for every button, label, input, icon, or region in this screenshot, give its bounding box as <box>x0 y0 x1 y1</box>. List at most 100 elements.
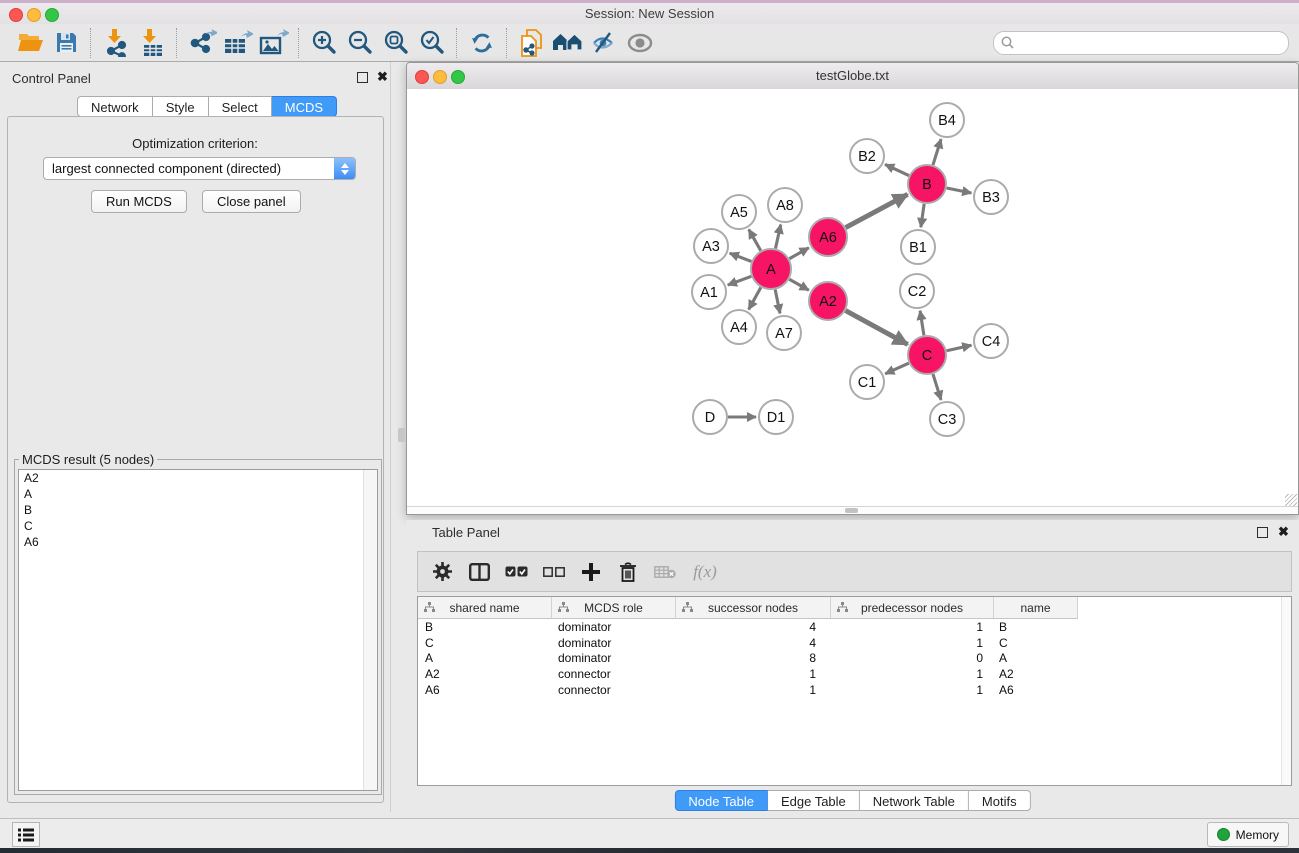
delete-column-button[interactable] <box>609 555 646 589</box>
table-cell[interactable]: 4 <box>676 635 831 651</box>
graph-edge-A-A5[interactable] <box>749 229 761 250</box>
memory-button[interactable]: Memory <box>1207 822 1289 847</box>
network-hscroll-thumb[interactable] <box>845 508 858 513</box>
tab-style[interactable]: Style <box>153 96 209 117</box>
table-cell[interactable]: A6 <box>418 682 552 698</box>
table-cell[interactable]: 8 <box>676 650 831 666</box>
table-cell[interactable]: 4 <box>676 619 831 635</box>
zoom-fit-button[interactable] <box>378 27 414 59</box>
table-cell[interactable]: A2 <box>994 666 1078 682</box>
mcds-result-item[interactable]: A <box>19 486 377 502</box>
graph-edge-A6-B[interactable] <box>846 194 908 227</box>
table-row-C[interactable]: Cdominator41C <box>418 635 1078 651</box>
table-settings-button[interactable] <box>424 555 461 589</box>
column-header-name[interactable]: name <box>994 597 1078 619</box>
table-cell[interactable]: 1 <box>831 682 994 698</box>
table-cell[interactable]: 1 <box>831 635 994 651</box>
search-box[interactable] <box>993 31 1289 55</box>
graph-edge-A-A1[interactable] <box>728 276 752 285</box>
network-hscrollbar[interactable] <box>407 506 1298 514</box>
home-view-button[interactable] <box>550 27 586 59</box>
column-header-successor-nodes[interactable]: successor nodes <box>676 597 831 619</box>
network-canvas[interactable]: B4B2BB3A8A5A6A3B1AA1C2A2A4A7C4CC1C3DD1 <box>407 89 1298 508</box>
function-builder-button-disabled[interactable]: f(x) <box>683 555 727 589</box>
graph-edge-B-B4[interactable] <box>933 139 941 165</box>
table-row-B[interactable]: Bdominator41B <box>418 619 1078 635</box>
export-image-button[interactable] <box>256 27 292 59</box>
table-close-panel-icon[interactable]: ✖ <box>1278 525 1289 539</box>
table-row-A[interactable]: Adominator80A <box>418 650 1078 666</box>
graph-edge-B-B3[interactable] <box>947 188 972 193</box>
zoom-out-button[interactable] <box>342 27 378 59</box>
criterion-select[interactable]: largest connected component (directed) <box>43 157 356 180</box>
clone-network-button[interactable] <box>514 27 550 59</box>
resize-grip[interactable] <box>1285 494 1297 506</box>
table-cell[interactable]: 0 <box>831 650 994 666</box>
graph-edge-C-C4[interactable] <box>947 345 972 350</box>
table-cell[interactable]: 1 <box>831 619 994 635</box>
graph-edge-B-B2[interactable] <box>885 164 909 175</box>
table-float-panel-icon[interactable] <box>1257 527 1268 538</box>
task-history-button[interactable] <box>12 822 40 847</box>
graph-edge-A-A7[interactable] <box>775 290 780 314</box>
create-column-button[interactable] <box>572 555 609 589</box>
zoom-in-button[interactable] <box>306 27 342 59</box>
mcds-result-item[interactable]: B <box>19 502 377 518</box>
table-cell[interactable]: connector <box>552 682 676 698</box>
tab-motifs[interactable]: Motifs <box>969 790 1031 811</box>
zoom-selected-button[interactable] <box>414 27 450 59</box>
graph-edge-A2-C[interactable] <box>846 311 908 345</box>
network-window-titlebar[interactable]: testGlobe.txt <box>407 63 1298 90</box>
graph-edge-A-A8[interactable] <box>775 225 780 249</box>
tab-mcds[interactable]: MCDS <box>272 96 337 117</box>
graph-edge-A-A2[interactable] <box>789 279 809 290</box>
app-titlebar[interactable]: Session: New Session <box>0 3 1299 24</box>
tab-edge-table[interactable]: Edge Table <box>768 790 860 811</box>
table-cell[interactable]: B <box>418 619 552 635</box>
import-table-button[interactable] <box>134 27 170 59</box>
table-cell[interactable]: 1 <box>831 666 994 682</box>
hide-details-button[interactable] <box>586 27 622 59</box>
table-row-A6[interactable]: A6connector11A6 <box>418 682 1078 698</box>
graph-edge-C-C2[interactable] <box>920 311 924 335</box>
table-cell[interactable]: A <box>994 650 1078 666</box>
table-cell[interactable]: A6 <box>994 682 1078 698</box>
table-cell[interactable]: dominator <box>552 650 676 666</box>
table-cell[interactable]: 1 <box>676 682 831 698</box>
tab-node-table[interactable]: Node Table <box>674 790 768 811</box>
column-header-shared-name[interactable]: shared name <box>418 597 552 619</box>
show-column-panel-button[interactable] <box>461 555 498 589</box>
tab-select[interactable]: Select <box>209 96 272 117</box>
open-session-button[interactable] <box>12 27 48 59</box>
splitter-handle[interactable] <box>398 428 405 442</box>
refresh-layout-button[interactable] <box>464 27 500 59</box>
column-header-MCDS-role[interactable]: MCDS role <box>552 597 676 619</box>
float-panel-icon[interactable] <box>357 72 368 83</box>
select-all-columns-button[interactable] <box>498 555 535 589</box>
tab-network[interactable]: Network <box>77 96 153 117</box>
close-panel-button[interactable]: Close panel <box>202 190 301 213</box>
save-session-button[interactable] <box>48 27 84 59</box>
export-table-button[interactable] <box>220 27 256 59</box>
table-cell[interactable]: C <box>418 635 552 651</box>
graph-edge-C-C1[interactable] <box>885 363 909 374</box>
table-cell[interactable]: connector <box>552 666 676 682</box>
table-row-A2[interactable]: A2connector11A2 <box>418 666 1078 682</box>
mcds-result-item[interactable]: C <box>19 518 377 534</box>
graph-edge-A-A3[interactable] <box>730 253 752 261</box>
graph-edge-C-C3[interactable] <box>933 374 941 400</box>
table-cell[interactable]: B <box>994 619 1078 635</box>
table-cell[interactable]: dominator <box>552 619 676 635</box>
table-cell[interactable]: C <box>994 635 1078 651</box>
table-cell[interactable]: A2 <box>418 666 552 682</box>
deselect-all-columns-button[interactable] <box>535 555 572 589</box>
close-panel-icon[interactable]: ✖ <box>377 70 388 84</box>
graph-edge-B-B1[interactable] <box>921 204 924 227</box>
mcds-result-item[interactable]: A2 <box>19 470 377 486</box>
table-cell[interactable]: A <box>418 650 552 666</box>
table-cell[interactable]: dominator <box>552 635 676 651</box>
column-header-predecessor-nodes[interactable]: predecessor nodes <box>831 597 994 619</box>
import-network-button[interactable] <box>98 27 134 59</box>
export-network-button[interactable] <box>184 27 220 59</box>
mcds-result-list[interactable]: A2ABCA6 <box>18 469 378 791</box>
